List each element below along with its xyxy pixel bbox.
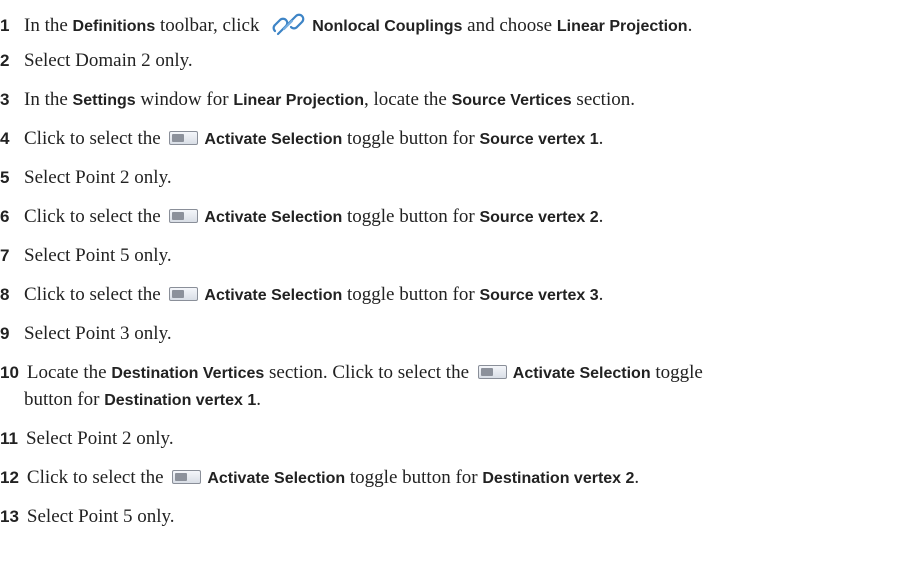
step-number: 3 <box>0 90 10 109</box>
step-13: 13 Select Point 5 only. <box>0 506 175 527</box>
step-7: 7 Select Point 5 only. <box>0 245 172 266</box>
link-chain-icon <box>272 13 305 36</box>
step-3: 3 In the Settings window for Linear Proje… <box>0 89 635 110</box>
step-number: 8 <box>0 285 10 304</box>
step-number: 11 <box>0 429 18 448</box>
step-number: 13 <box>0 507 19 526</box>
step-number: 7 <box>0 246 10 265</box>
step-number: 9 <box>0 324 10 343</box>
step-number: 10 <box>0 363 19 382</box>
step-number: 5 <box>0 168 10 187</box>
step-5: 5 Select Point 2 only. <box>0 167 172 188</box>
activate-selection-toggle-icon <box>169 209 199 223</box>
activate-selection-toggle-icon <box>477 365 507 379</box>
step-number: 1 <box>0 16 10 35</box>
step-4: 4 Click to select the Activate Selection … <box>0 128 604 149</box>
step-10-continuation: button for Destination vertex 1. <box>24 389 262 410</box>
step-number: 2 <box>0 51 10 70</box>
activate-selection-toggle-icon <box>169 131 199 145</box>
activate-selection-toggle-icon <box>169 287 199 301</box>
step-11: 11 Select Point 2 only. <box>0 428 174 449</box>
step-9: 9 Select Point 3 only. <box>0 323 172 344</box>
step-2: 2 Select Domain 2 only. <box>0 50 193 71</box>
step-8: 8 Click to select the Activate Selection … <box>0 284 604 305</box>
step-12: 12 Click to select the Activate Selection… <box>0 467 640 488</box>
step-number: 6 <box>0 207 10 226</box>
step-1: 1 In the Definitions toolbar, click Nonlo… <box>0 10 692 40</box>
step-number: 12 <box>0 468 19 487</box>
step-10: 10 Locate the Destination Vertices sectio… <box>0 362 703 383</box>
step-number: 4 <box>0 129 10 148</box>
step-6: 6 Click to select the Activate Selection … <box>0 206 604 227</box>
activate-selection-toggle-icon <box>172 470 202 484</box>
